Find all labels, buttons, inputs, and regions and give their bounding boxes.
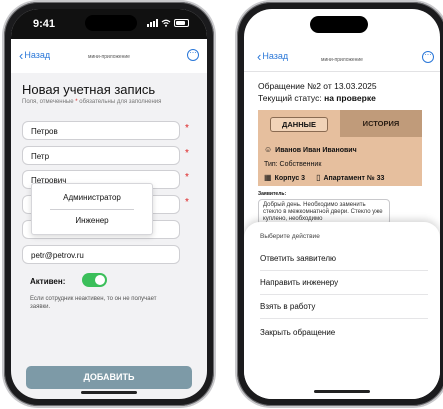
active-note: Если сотрудник неактивен, то он не получ… <box>30 296 157 310</box>
status-value: на проверке <box>324 93 376 103</box>
required-mark: * <box>185 148 189 159</box>
hint-prefix: Поля, отмеченные <box>22 99 76 105</box>
phone-left: 9:41 ‹ Назад мини-приложение ⋯ Новая уче… <box>4 2 214 406</box>
request-card: ДАННЫЕ ИСТОРИЯ ☺ Иванов Иван Иванович Ти… <box>258 110 422 186</box>
type-row: Тип: Собственник <box>264 161 321 168</box>
tab-history[interactable]: ИСТОРИЯ <box>340 110 422 137</box>
home-indicator[interactable] <box>314 390 370 393</box>
page-title: Новая учетная запись <box>22 82 156 97</box>
add-button[interactable]: ДОБАВИТЬ <box>26 366 192 389</box>
address-row: ▦ Корпус 3 ▯ Апартамент № 33 <box>264 174 384 182</box>
apartment: Апартамент № 33 <box>323 174 385 182</box>
more-icon[interactable]: ⋯ <box>422 51 434 63</box>
building-icon: ▦ <box>264 173 272 182</box>
signal-icon <box>147 19 158 27</box>
active-toggle[interactable] <box>82 273 107 287</box>
email-field[interactable]: petr@petrov.ru <box>22 245 180 264</box>
action-send-engineer[interactable]: Направить инженеру <box>260 272 428 295</box>
owner-type: Тип: Собственник <box>264 161 322 168</box>
nav-title: мини-приложение <box>321 57 363 63</box>
tab-history-label: ИСТОРИЯ <box>362 119 400 128</box>
request-status: Текущий статус: на проверке <box>258 93 376 103</box>
action-sheet: Выберите действие Ответить заявителю Нап… <box>244 222 440 399</box>
divider <box>50 209 134 210</box>
building: Корпус 3 <box>274 174 306 182</box>
home-indicator[interactable] <box>81 391 137 394</box>
screen-new-account: 9:41 ‹ Назад мини-приложение ⋯ Новая уче… <box>11 9 207 399</box>
sheet-title: Выберите действие <box>260 233 320 240</box>
phone-right: ‹ Назад мини-приложение ⋯ Обращение №2 о… <box>237 2 443 406</box>
nav-bar: ‹ Назад мини-приложение ⋯ <box>11 39 207 73</box>
person-row: ☺ Иванов Иван Иванович <box>264 146 357 154</box>
person-icon: ☺ <box>264 145 273 154</box>
person-name: Иванов Иван Иванович <box>275 146 357 154</box>
role-option-admin[interactable]: Администратор <box>32 193 152 202</box>
status-icons <box>147 19 189 27</box>
battery-icon <box>174 19 189 27</box>
dynamic-island <box>310 16 368 33</box>
action-take[interactable]: Взять в работу <box>260 296 428 319</box>
required-hint: Поля, отмеченные * обязательны для запол… <box>22 98 162 106</box>
active-label: Активен: <box>30 277 66 286</box>
role-dropdown: Администратор Инженер <box>31 183 153 235</box>
status-bar: 9:41 <box>11 9 207 39</box>
required-mark: * <box>185 172 189 183</box>
applicant-label: Заявитель: <box>258 191 287 197</box>
hint-suffix: обязательны для заполнения <box>77 99 162 105</box>
last-name-field[interactable]: Петров <box>22 121 180 140</box>
wifi-icon <box>161 19 171 27</box>
door-icon: ▯ <box>316 173 321 182</box>
tab-data[interactable]: ДАННЫЕ <box>258 110 340 137</box>
request-title: Обращение №2 от 13.03.2025 <box>258 81 377 91</box>
status-time: 9:41 <box>33 18 56 30</box>
tab-data-label: ДАННЫЕ <box>270 117 328 132</box>
status-prefix: Текущий статус: <box>258 93 325 103</box>
divider <box>244 71 440 72</box>
more-icon[interactable]: ⋯ <box>187 49 199 61</box>
screen-request: ‹ Назад мини-приложение ⋯ Обращение №2 о… <box>244 9 440 399</box>
role-option-engineer[interactable]: Инженер <box>32 216 152 225</box>
dynamic-island <box>85 15 137 31</box>
action-close[interactable]: Закрыть обращение <box>260 322 428 345</box>
toggle-knob <box>95 275 105 285</box>
nav-title: мини-приложение <box>88 54 130 60</box>
first-name-field[interactable]: Петр <box>22 146 180 165</box>
required-mark: * <box>185 123 189 134</box>
action-reply[interactable]: Ответить заявителю <box>260 248 428 271</box>
required-mark: * <box>185 197 189 208</box>
